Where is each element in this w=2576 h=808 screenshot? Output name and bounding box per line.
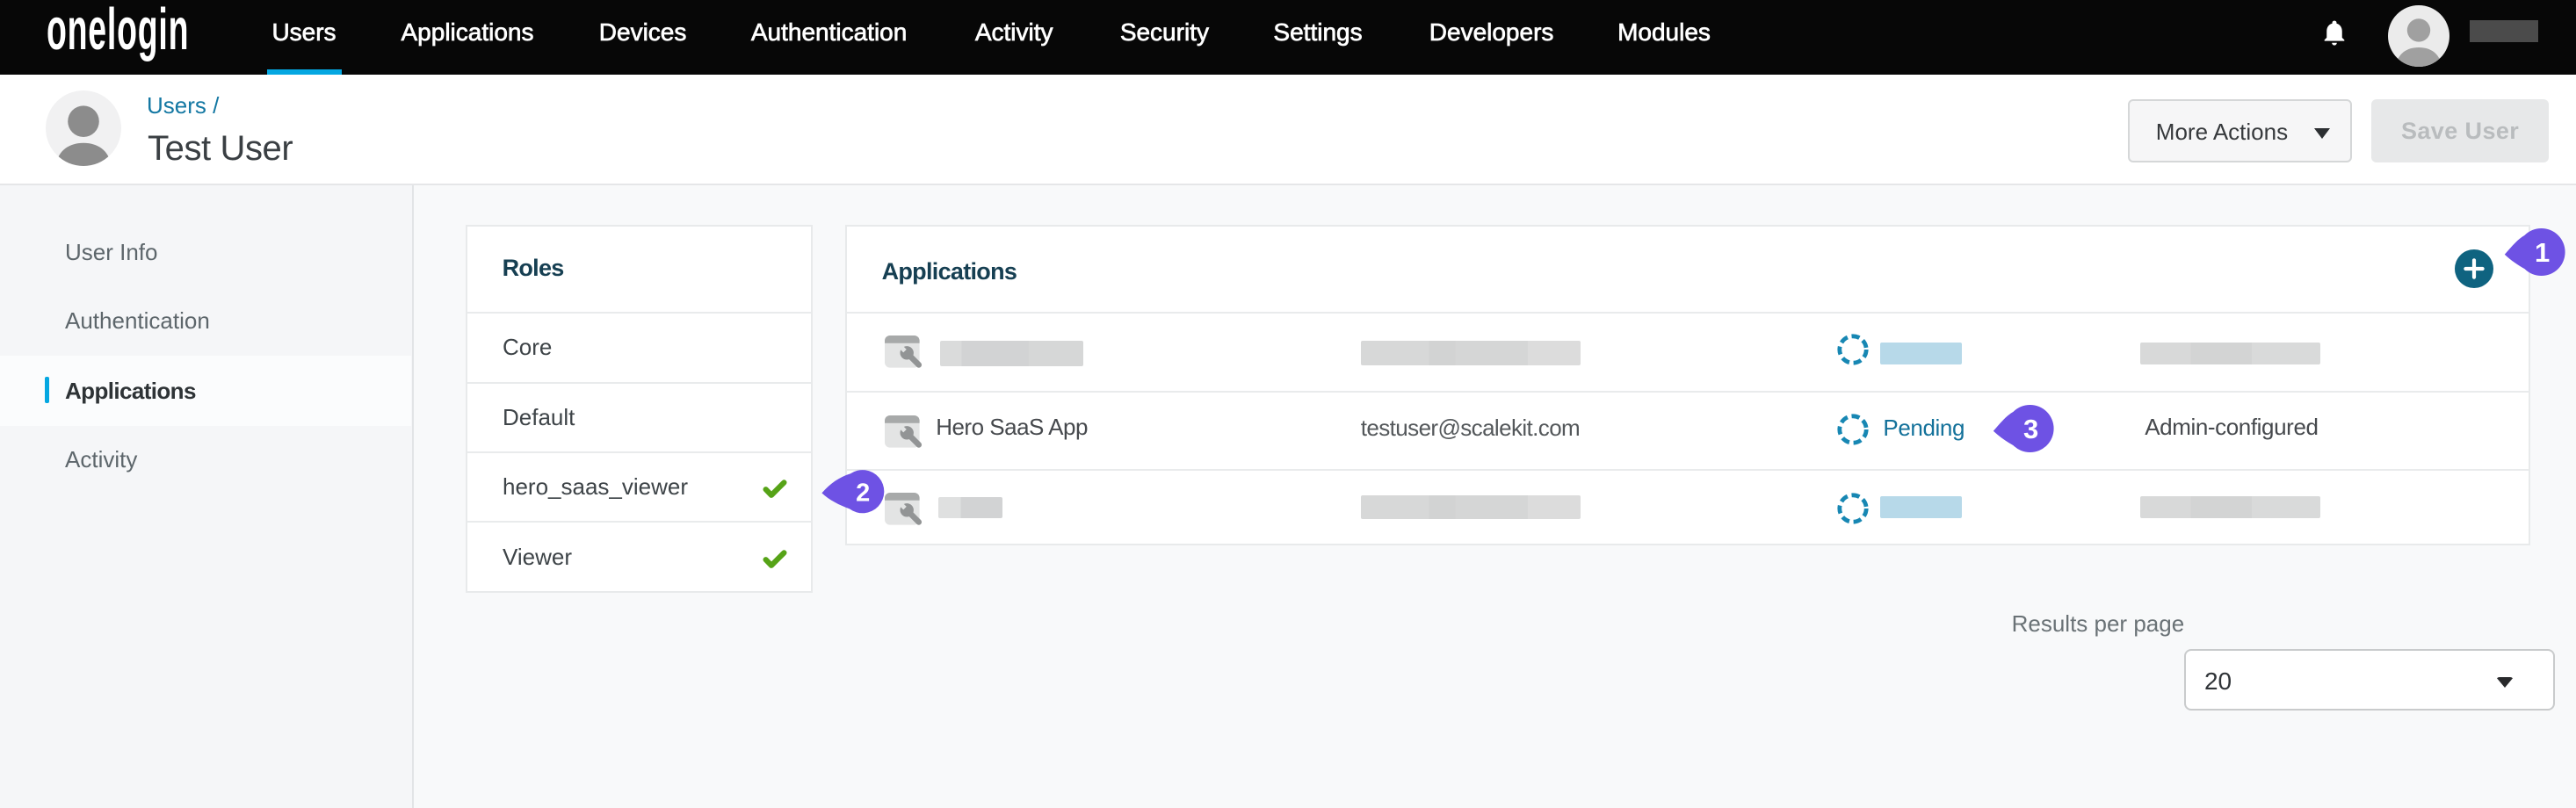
svg-text:1: 1 xyxy=(2535,237,2550,268)
svg-text:2: 2 xyxy=(856,479,870,507)
svg-text:3: 3 xyxy=(2023,414,2038,444)
